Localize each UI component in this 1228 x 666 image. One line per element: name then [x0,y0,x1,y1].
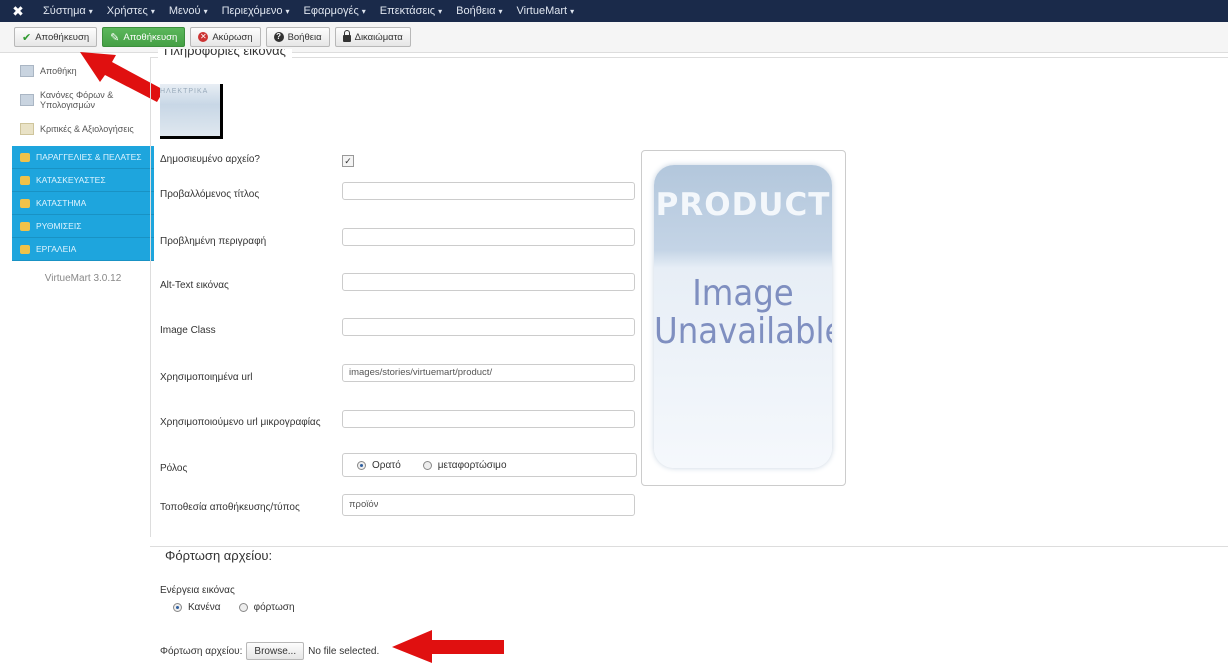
upload-fieldset-border-top [150,546,1228,547]
role-download-radio[interactable] [422,460,432,470]
thumb-url-label: Χρησιμοποιούμενο url μικρογραφίας [160,417,321,428]
image-action-group: Κανένα φόρτωση [173,602,295,613]
orders-icon [20,152,30,162]
thumb-url-input[interactable] [342,410,635,428]
preview-image-text: Image Unavailable [654,273,832,352]
sidebar-section-settings[interactable]: ΡΥΘΜΙΣΕΙΣ [12,215,154,238]
sidebar: Αποθήκη Κανόνες Φόρων & Υπολογισμών Κριτ… [12,58,154,284]
role-label: Ρόλος [160,463,188,474]
joomla-logo-icon[interactable]: ✖ [0,3,36,20]
sidebar-section-orders[interactable]: ΠΑΡΑΓΓΕΛΙΕΣ & ΠΕΛΑΤΕΣ [12,146,154,169]
role-download-label: μεταφορτώσιμο [437,459,507,471]
alt-text-label: Alt-Text εικόνας [160,280,229,291]
title-input[interactable] [342,182,635,200]
published-checkbox[interactable]: ✓ [342,155,354,167]
action-none-label: Κανένα [188,602,221,613]
menu-system[interactable]: Σύστημα ▾ [36,5,100,17]
lock-icon [342,30,351,42]
url-label: Χρησιμοποιημένα url [160,372,253,383]
image-class-label: Image Class [160,325,216,336]
shop-icon [20,198,30,208]
role-radio-group: Ορατό μεταφορτώσιμο [342,453,637,477]
sidebar-item-warehouse[interactable]: Αποθήκη [12,58,154,84]
file-upload-label: Φόρτωση αρχείου: [160,645,243,657]
action-upload-radio[interactable] [238,603,248,612]
menu-users[interactable]: Χρήστες ▾ [100,5,162,17]
sidebar-section-tools[interactable]: ΕΡΓΑΛΕΙΑ [12,238,154,261]
sidebar-section-manufacturers[interactable]: ΚΑΤΑΣΚΕΥΑΣΤΕΣ [12,169,154,192]
fieldset-border-left [150,57,151,537]
action-none-radio[interactable] [173,603,182,612]
image-thumbnail: ΗΛΕΚΤΡΙΚΑ [160,84,223,139]
preview-product-text: PRODUCT [655,187,831,223]
warehouse-icon [20,65,34,77]
title-label: Προβαλλόμενος τίτλος [160,189,260,200]
menu-extensions[interactable]: Επεκτάσεις ▾ [373,5,449,17]
help-icon: ? [273,32,284,42]
menu-content[interactable]: Περιεχόμενο ▾ [215,5,297,17]
role-visible-label: Ορατό [372,459,401,471]
url-input[interactable]: images/stories/virtuemart/product/ [342,364,635,382]
menu-components[interactable]: Εφαρμογές ▾ [297,5,373,17]
image-preview-panel: PRODUCT Image Unavailable [641,150,846,486]
description-input[interactable] [342,228,635,246]
action-upload-label: φόρτωση [253,602,295,613]
file-upload-row: Φόρτωση αρχείου: Browse... No file selec… [160,642,379,660]
settings-icon [20,221,30,231]
location-input[interactable]: προϊόν [342,494,635,516]
cancel-button[interactable]: ✕ Ακύρωση [190,27,261,47]
published-label: Δημοσιευμένο αρχείο? [160,154,260,165]
sidebar-section-shop[interactable]: ΚΑΤΑΣΤΗΜΑ [12,192,154,215]
tools-icon [20,244,30,254]
sidebar-item-tax-rules[interactable]: Κανόνες Φόρων & Υπολογισμών [12,84,154,116]
image-info-legend: Πληροφορίες εικόνας [158,49,292,59]
version-label: VirtueMart 3.0.12 [44,273,122,284]
menu-menus[interactable]: Μενού ▾ [162,5,215,17]
check-icon: ✔ [22,31,32,44]
fieldset-border-top [150,57,1228,58]
location-label: Τοποθεσία αποθήκευσης/τύπος [160,502,300,513]
reviews-icon [20,123,34,135]
alt-text-input[interactable] [342,273,635,291]
browse-button[interactable]: Browse... [246,642,305,660]
top-menu: Σύστημα ▾ Χρήστες ▾ Μενού ▾ Περιεχόμενο ▾ Εφ… [36,5,581,17]
menu-help[interactable]: Βοήθεια ▾ [449,5,509,17]
manufacturers-icon [20,175,30,185]
top-menu-bar: ✖ Σύστημα ▾ Χρήστες ▾ Μενού ▾ Περιεχόμενο ▾ … [0,0,1228,22]
cancel-icon: ✕ [198,32,209,42]
no-file-text: No file selected. [308,645,380,657]
calculator-icon [20,94,34,106]
sidebar-item-reviews[interactable]: Κριτικές & Αξιολογήσεις [12,116,154,142]
red-arrow-upload-icon [392,630,504,663]
image-class-input[interactable] [342,318,635,336]
permissions-button[interactable]: Δικαιώματα [334,27,411,47]
role-visible-radio[interactable] [357,460,366,470]
menu-virtuemart[interactable]: VirtueMart ▾ [510,5,582,17]
upload-legend: Φόρτωση αρχείου: [159,548,279,563]
description-label: Προβλημένη περιγραφή [160,236,267,247]
image-action-label: Ενέργεια εικόνας [160,585,235,596]
product-image-unavailable: PRODUCT Image Unavailable [654,165,832,468]
help-button[interactable]: ? Βοήθεια [265,27,330,47]
